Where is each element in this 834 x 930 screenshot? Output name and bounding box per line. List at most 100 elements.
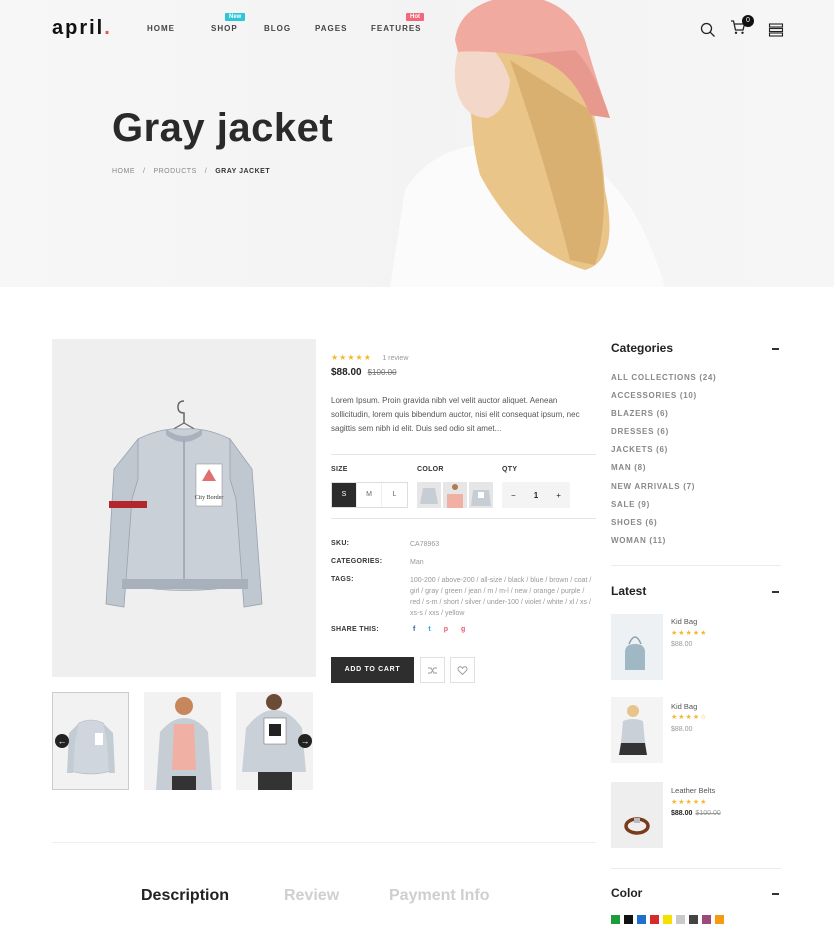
logo-dot: .	[104, 17, 112, 39]
latest-product-price: $88.00	[671, 641, 693, 648]
latest-product-image[interactable]	[611, 614, 663, 680]
search-icon[interactable]	[700, 22, 716, 38]
category-item[interactable]: SALE (9)	[611, 500, 650, 509]
size-option-m[interactable]: M	[357, 483, 382, 507]
tags-label: TAGS:	[331, 576, 354, 583]
tags-value[interactable]: 100-200 / above-200 / all-size / black /…	[410, 575, 594, 619]
collapse-color-icon[interactable]	[772, 893, 779, 895]
color-swatch-silver[interactable]	[676, 915, 685, 924]
color-swatch-gray[interactable]	[689, 915, 698, 924]
page-title: Gray jacket	[112, 106, 334, 150]
wishlist-button[interactable]	[450, 657, 475, 683]
qty-label: QTY	[502, 466, 518, 473]
logo-text: april	[52, 17, 105, 39]
color-swatch-violet[interactable]	[702, 915, 711, 924]
add-to-cart-button[interactable]: ADD TO CART	[331, 657, 414, 683]
menu-icon[interactable]	[768, 22, 784, 38]
breadcrumb: HOME / PRODUCTS / GRAY JACKET	[112, 168, 270, 175]
current-price: $88.00	[331, 367, 362, 378]
color-swatch-blue[interactable]	[637, 915, 646, 924]
latest-product-name[interactable]: Kid Bag	[671, 617, 697, 626]
logo[interactable]: april.	[52, 17, 112, 40]
categories-heading: Categories	[611, 341, 674, 355]
thumbnail-2[interactable]	[144, 692, 221, 790]
nav-pages-label: PAGES	[315, 24, 348, 33]
category-item[interactable]: ACCESSORIES (10)	[611, 391, 697, 400]
cart-button[interactable]: 0	[730, 15, 754, 40]
latest-product-name[interactable]: Kid Bag	[671, 702, 697, 711]
breadcrumb-current: GRAY JACKET	[215, 168, 271, 175]
category-item[interactable]: WOMAN (11)	[611, 536, 666, 545]
quantity-stepper: − 1 +	[502, 482, 570, 508]
category-item[interactable]: BLAZERS (6)	[611, 409, 668, 418]
latest-product-stars: ★★★★★	[671, 630, 708, 637]
color-label: COLOR	[417, 466, 444, 473]
color-option-1[interactable]	[417, 482, 441, 508]
facebook-icon[interactable]: f	[413, 626, 415, 633]
color-option-3[interactable]	[469, 482, 493, 508]
category-item[interactable]: ALL COLLECTIONS (24)	[611, 373, 716, 382]
latest-product-image[interactable]	[611, 782, 663, 848]
category-item[interactable]: JACKETS (6)	[611, 445, 668, 454]
latest-old-price: $100.00	[695, 810, 721, 817]
color-heading: Color	[611, 886, 643, 900]
latest-product-price: $88.00 $100.00	[671, 810, 721, 817]
tab-review[interactable]: Review	[284, 887, 339, 905]
review-count-link[interactable]: 1 review	[382, 355, 408, 362]
twitter-icon[interactable]: t	[428, 626, 430, 633]
nav-pages[interactable]: PAGES	[315, 24, 371, 33]
collapse-latest-icon[interactable]	[772, 591, 779, 593]
divider	[611, 565, 781, 566]
category-item[interactable]: NEW ARRIVALS (7)	[611, 482, 695, 491]
google-plus-icon[interactable]: g	[461, 626, 465, 633]
thumbnail-model-front-image	[144, 692, 221, 790]
breadcrumb-home[interactable]: HOME	[112, 168, 135, 175]
size-option-s[interactable]: S	[332, 483, 357, 507]
sku-value: CA78963	[410, 541, 440, 548]
nav-features-label: FEATURES	[371, 24, 422, 33]
prev-image-button[interactable]: ←	[55, 734, 69, 748]
cart-count-badge: 0	[742, 15, 754, 27]
category-item[interactable]: DRESSES (6)	[611, 427, 669, 436]
latest-product-price: $88.00	[671, 726, 693, 733]
category-item[interactable]: SHOES (6)	[611, 518, 657, 527]
latest-product-stars: ★★★★☆	[671, 714, 708, 721]
tab-description[interactable]: Description	[141, 887, 229, 905]
latest-product-name[interactable]: Leather Belts	[671, 786, 715, 795]
color-swatch-green[interactable]	[611, 915, 620, 924]
jacket-image: City Border	[105, 400, 263, 608]
color-swatch-model	[447, 484, 463, 508]
product-main-image[interactable]: City Border	[52, 339, 316, 677]
qty-increase-button[interactable]: +	[556, 491, 561, 500]
qty-decrease-button[interactable]: −	[511, 491, 516, 500]
size-option-l[interactable]: L	[382, 483, 407, 507]
leather-belt-image	[611, 782, 663, 848]
nav-blog[interactable]: BLOG	[264, 24, 315, 33]
header-icons: 0	[700, 15, 784, 40]
nav-features[interactable]: Hot FEATURES	[371, 13, 431, 33]
qty-value[interactable]: 1	[534, 491, 538, 500]
tab-payment-info[interactable]: Payment Info	[389, 887, 489, 905]
category-item[interactable]: MAN (8)	[611, 463, 646, 472]
rating-stars: ★★★★★	[331, 353, 372, 362]
nav-shop[interactable]: New SHOP	[211, 13, 264, 33]
color-swatch-orange[interactable]	[715, 915, 724, 924]
pinterest-icon[interactable]: p	[444, 626, 448, 633]
main-nav: HOME New SHOP BLOG PAGES Hot FEATURES	[147, 13, 431, 33]
color-swatch-red[interactable]	[650, 915, 659, 924]
kid-bag-model-image	[611, 697, 663, 763]
new-badge: New	[225, 13, 246, 21]
nav-home[interactable]: HOME	[147, 24, 211, 33]
kid-bag-image	[611, 614, 663, 680]
model-photo	[390, 0, 665, 287]
next-image-button[interactable]: →	[298, 734, 312, 748]
compare-button[interactable]	[420, 657, 445, 683]
color-option-2[interactable]	[443, 482, 467, 508]
latest-product-stars: ★★★★★	[671, 799, 708, 806]
color-swatch-black[interactable]	[624, 915, 633, 924]
collapse-categories-icon[interactable]	[772, 348, 779, 350]
breadcrumb-products[interactable]: PRODUCTS	[153, 168, 196, 175]
color-swatch-yellow[interactable]	[663, 915, 672, 924]
latest-product-image[interactable]	[611, 697, 663, 763]
categories-value[interactable]: Man	[410, 557, 424, 568]
